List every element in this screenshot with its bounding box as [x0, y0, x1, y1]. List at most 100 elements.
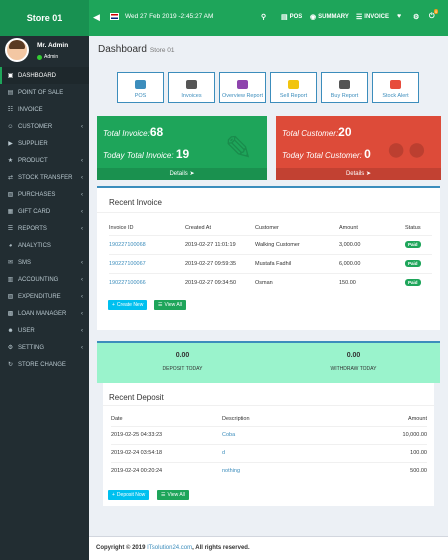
invoice-nav-button[interactable]: ☰ INVOICE — [356, 13, 389, 21]
deposit-summary: 0.00 DEPOSIT TODAY 0.00 WITHDRAW TODAY — [97, 341, 440, 383]
sidebar-item-label: SUPPLIER — [18, 140, 48, 147]
loan-icon: ▩ — [7, 311, 14, 317]
chevron-left-icon: ‹ — [81, 157, 83, 164]
sidebar-item-expenditure[interactable]: ▨ EXPENDITURE ‹ — [0, 288, 89, 305]
users-icon: ●● — [385, 130, 427, 168]
today-customer-value: 0 — [364, 147, 371, 161]
plus-icon: + — [112, 302, 115, 308]
overview-report-button[interactable]: Overview Report — [219, 72, 266, 103]
sidebar-item-label: CUSTOMER — [18, 123, 53, 130]
gift-icon: ▦ — [7, 209, 14, 215]
pos-icon: ▤ — [281, 14, 288, 21]
total-customer-value: 20 — [338, 125, 352, 139]
settings-button[interactable]: ⚙ — [413, 13, 419, 21]
chevron-left-icon: ‹ — [81, 191, 83, 198]
sidebar-item-customer[interactable]: ☺ CUSTOMER ‹ — [0, 118, 89, 135]
invoice-id-link[interactable]: 190227100066 — [109, 280, 146, 286]
user-name: Mr. Admin — [37, 42, 69, 49]
today-invoice-value: 19 — [175, 147, 190, 161]
table-header: Date Description Amount — [111, 416, 427, 423]
recent-deposit-title: Recent Deposit — [109, 393, 164, 402]
gear-icon: ⚙ — [413, 14, 420, 21]
buy-report-button[interactable]: Buy Report — [321, 72, 368, 103]
pos-nav-button[interactable]: ▤ POS — [281, 13, 302, 21]
quick-actions: POS Invoices Overview Report Sell Report Buy… — [117, 72, 419, 103]
deposit-description-link[interactable]: nothing — [222, 468, 240, 474]
sidebar-item-stock-transfer[interactable]: ⇄ STOCK TRANSFER ‹ — [0, 169, 89, 186]
deposit-view-all-button[interactable]: ☰ View All — [157, 490, 189, 500]
sidebar-item-invoice[interactable]: ☷ INVOICE — [0, 101, 89, 118]
sidebar-item-dashboard[interactable]: ▣ DASHBOARD — [0, 67, 89, 84]
invoices-button[interactable]: Invoices — [168, 72, 215, 103]
deposit-now-button[interactable]: + Deposit Now — [108, 490, 150, 500]
table-row: 2019-02-25 04:33:23 Coba 10,000.00 — [111, 425, 427, 444]
sidebar-item-product[interactable]: ★ PRODUCT ‹ — [0, 152, 89, 169]
sidebar: Mr. Admin Admin ▣ DASHBOARD ▤ POINT OF SALE… — [0, 36, 89, 560]
sidebar-item-label: GIFT CARD — [18, 208, 51, 215]
language-flag-icon[interactable] — [110, 13, 119, 20]
chevron-left-icon: ‹ — [81, 259, 83, 266]
invoice-id-link[interactable]: 190227100068 — [109, 242, 146, 248]
invoice-icon — [186, 80, 197, 89]
logout-button[interactable]: ⏻ — [429, 13, 435, 21]
sidebar-item-user[interactable]: ☻ USER ‹ — [0, 322, 89, 339]
sidebar-toggle-icon[interactable]: ◀ — [93, 12, 100, 23]
deposit-today: 0.00 DEPOSIT TODAY — [162, 352, 203, 372]
stock-alert-button[interactable]: Stock Alert — [372, 72, 419, 103]
table-row: 2019-02-24 03:54:18 d 100.00 — [111, 443, 427, 462]
withdraw-today: 0.00 WITHDRAW TODAY — [330, 352, 377, 372]
power-icon: ⏻ — [429, 13, 435, 20]
status-badge: Paid — [405, 278, 421, 286]
star-icon: ★ — [7, 158, 14, 164]
analytics-icon: ◕ — [8, 242, 13, 249]
gear-icon: ⚙ — [7, 345, 14, 351]
invoice-view-all-button[interactable]: ☰ View All — [154, 300, 186, 310]
money-icon: ▨ — [7, 294, 14, 300]
sidebar-item-store-change[interactable]: ↻ STORE CHANGE — [0, 356, 89, 373]
customer-details-link[interactable]: Details ➤ — [276, 168, 441, 180]
invoice-details-link[interactable]: Details ➤ — [97, 168, 267, 180]
summary-nav-button[interactable]: ◉ SUMMARY — [310, 13, 349, 21]
pos-button[interactable]: POS — [117, 72, 164, 103]
users-icon: ☺ — [7, 123, 14, 130]
chevron-left-icon: ‹ — [81, 123, 83, 130]
top-bar: Store 01 ◀ Wed 27 Feb 2019 -2:45:27 AM ⚲… — [0, 0, 448, 36]
create-new-button[interactable]: + Create New — [108, 300, 148, 310]
sidebar-item-purchases[interactable]: ▧ PURCHASES ‹ — [0, 186, 89, 203]
dashboard-icon: ▣ — [7, 73, 14, 79]
sidebar-item-sms[interactable]: ✉ SMS ‹ — [0, 254, 89, 271]
cart-icon: ▧ — [7, 192, 14, 198]
sidebar-item-reports[interactable]: ☰ REPORTS ‹ — [0, 220, 89, 237]
mobile-icon — [339, 80, 350, 89]
sidebar-item-point-of-sale[interactable]: ▤ POINT OF SALE — [0, 84, 89, 101]
user-panel: Mr. Admin Admin — [0, 36, 89, 67]
current-datetime: Wed 27 Feb 2019 -2:45:27 AM — [125, 13, 214, 20]
sell-report-button[interactable]: Sell Report — [270, 72, 317, 103]
table-row: 190227100066 2019-02-27 09:34:50 Osman 150.… — [109, 272, 432, 292]
total-invoice-card: Total Invoice:68 Today Total Invoice: 19… — [97, 116, 267, 180]
sidebar-item-supplier[interactable]: ▶ SUPPLIER — [0, 135, 89, 152]
arrow-right-icon: ➤ — [189, 171, 195, 177]
deposit-description-link[interactable]: d — [222, 450, 225, 456]
heart-button[interactable]: ♥ — [397, 13, 401, 20]
plus-icon: + — [112, 492, 115, 498]
sidebar-item-analytics[interactable]: ◕ ANALYTICS — [0, 237, 89, 254]
recent-deposit-table: Date Description Amount 2019-02-25 04:33:23… — [111, 413, 427, 480]
sidebar-item-setting[interactable]: ⚙ SETTING ‹ — [0, 339, 89, 356]
sidebar-item-loan-manager[interactable]: ▩ LOAN MANAGER ‹ — [0, 305, 89, 322]
megaphone-icon — [390, 80, 401, 89]
list-icon: ☰ — [356, 14, 363, 21]
eye-icon: ◉ — [310, 14, 317, 21]
pos-icon: ▤ — [7, 90, 14, 96]
table-header: Invoice ID Created At Customer Amount Status — [109, 225, 421, 232]
deposit-description-link[interactable]: Coba — [222, 432, 235, 438]
sidebar-item-gift-card[interactable]: ▦ GIFT CARD ‹ — [0, 203, 89, 220]
footer-link[interactable]: ITsolution24.com — [147, 545, 192, 551]
search-button[interactable]: ⚲ — [261, 13, 266, 21]
invoice-id-link[interactable]: 190227100067 — [109, 261, 146, 267]
footer: Copyright © 2019 ITsolution24.com, All r… — [89, 536, 448, 560]
invoice-icon: ☷ — [7, 107, 14, 113]
store-brand[interactable]: Store 01 — [0, 0, 89, 36]
sidebar-item-accounting[interactable]: ▥ ACCOUNTING ‹ — [0, 271, 89, 288]
transfer-icon: ⇄ — [7, 175, 14, 181]
